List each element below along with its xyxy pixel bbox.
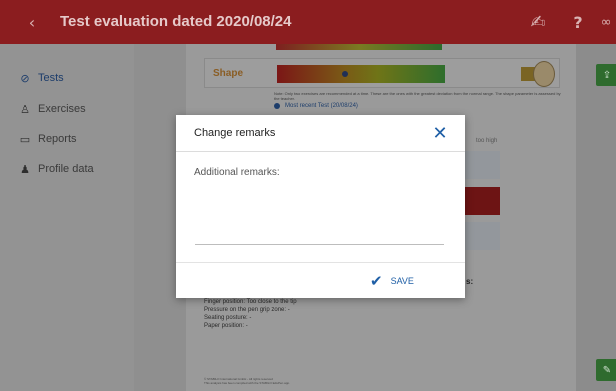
shape-marker <box>342 71 348 77</box>
mascot-image <box>521 59 557 89</box>
scale-bar-top <box>276 44 442 50</box>
help-button[interactable]: ? <box>570 0 586 44</box>
edit-button[interactable]: ✎ <box>596 359 616 381</box>
dialog-header: Change remarks ✕ <box>176 115 465 152</box>
page-title: Test evaluation dated 2020/08/24 <box>60 13 292 30</box>
sidebar-item-reports[interactable]: ▭ Reports <box>18 130 77 148</box>
most-recent-label: Most recent Test (20/08/24) <box>285 103 358 109</box>
right-action-column: ⇪ ✎ <box>576 44 616 391</box>
link-icon: ∞ <box>600 14 612 30</box>
save-button[interactable]: ✔ SAVE <box>370 263 414 299</box>
sign-button[interactable]: ✍ <box>526 0 550 44</box>
dialog-title: Change remarks <box>194 127 276 139</box>
pen-circle-icon: ⊘ <box>20 71 30 85</box>
findings-list: Finger position: Too close to the tip Pr… <box>204 298 297 330</box>
result-cell <box>462 222 500 250</box>
sidebar-item-label: Exercises <box>38 103 86 115</box>
sidebar-item-tests[interactable]: ⊘ Tests <box>18 69 64 87</box>
shape-row: Shape <box>204 58 560 88</box>
save-label: SAVE <box>390 276 414 286</box>
additional-remarks-label: Additional remarks: <box>194 167 280 178</box>
finding-item: Finger position: Too close to the tip <box>204 299 297 305</box>
folder-icon: ▭ <box>19 132 31 146</box>
pencil-icon: ✎ <box>602 364 612 376</box>
too-high-label: too high <box>476 138 498 144</box>
sidebar-item-label: Reports <box>38 133 77 145</box>
sidebar-panel <box>0 44 134 391</box>
upload-icon: ⇪ <box>602 69 612 81</box>
help-icon: ? <box>573 12 583 32</box>
signature-pen-icon: ✍ <box>530 11 546 33</box>
shape-label: Shape <box>213 68 244 79</box>
close-icon: ✕ <box>432 122 448 144</box>
back-button[interactable]: ‹ <box>22 0 42 44</box>
sidebar-item-exercises[interactable]: ♙ Exercises <box>18 100 86 118</box>
export-button[interactable]: ⇪ <box>596 64 616 86</box>
app-header: ‹ Test evaluation dated 2020/08/24 ✍ ? ∞ <box>0 0 616 44</box>
result-cell-highlight <box>462 187 500 215</box>
finding-item: Seating posture: - <box>204 315 252 321</box>
finding-item: Paper position: - <box>204 323 248 329</box>
section-label: s: <box>466 277 474 286</box>
sidebar-item-label: Profile data <box>38 163 94 175</box>
legend-dot-icon <box>274 103 280 109</box>
sidebar-item-label: Tests <box>38 72 64 84</box>
dialog-footer: ✔ SAVE <box>176 262 465 298</box>
change-remarks-dialog: Change remarks ✕ Additional remarks: ✔ S… <box>176 115 465 298</box>
finding-item: Pressure on the pen grip zone: - <box>204 307 290 313</box>
sidebar-item-profile-data[interactable]: ♟ Profile data <box>18 160 94 178</box>
person-exercise-icon: ♙ <box>20 102 30 116</box>
mascot-face <box>533 61 555 87</box>
chevron-left-icon: ‹ <box>28 12 36 32</box>
link-button[interactable]: ∞ <box>597 0 615 44</box>
person-icon: ♟ <box>20 162 30 176</box>
most-recent-legend: Most recent Test (20/08/24) <box>274 103 358 109</box>
result-cell <box>462 151 500 179</box>
checkmark-icon: ✔ <box>370 272 383 290</box>
additional-remarks-input[interactable] <box>195 185 444 245</box>
close-button[interactable]: ✕ <box>429 122 451 144</box>
document-footer: © STABILO International GmbH - All right… <box>204 377 290 385</box>
shape-scale-bar <box>277 65 445 83</box>
sidebar: ⊘ Tests ♙ Exercises ▭ Reports ♟ Profile … <box>0 44 186 391</box>
note-text: Note: Only two exercises are recommended… <box>274 91 561 101</box>
footer-line: This analysis has been compiled with the… <box>204 381 290 385</box>
